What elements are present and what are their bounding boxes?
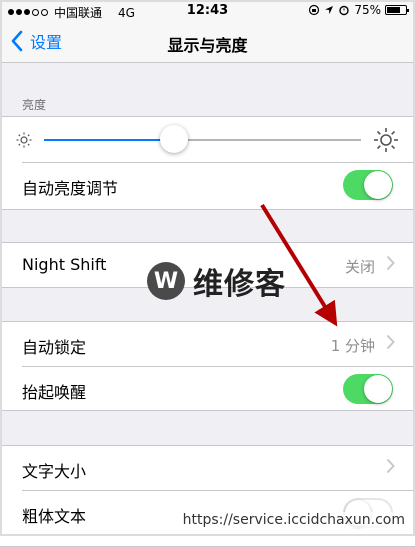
watermark-text: 维修客 — [193, 267, 286, 302]
watermark-url: https://service.iccidchaxun.com — [180, 512, 407, 528]
watermark-badge: W — [147, 262, 185, 300]
watermark-logo: W 维修客 — [147, 259, 286, 303]
